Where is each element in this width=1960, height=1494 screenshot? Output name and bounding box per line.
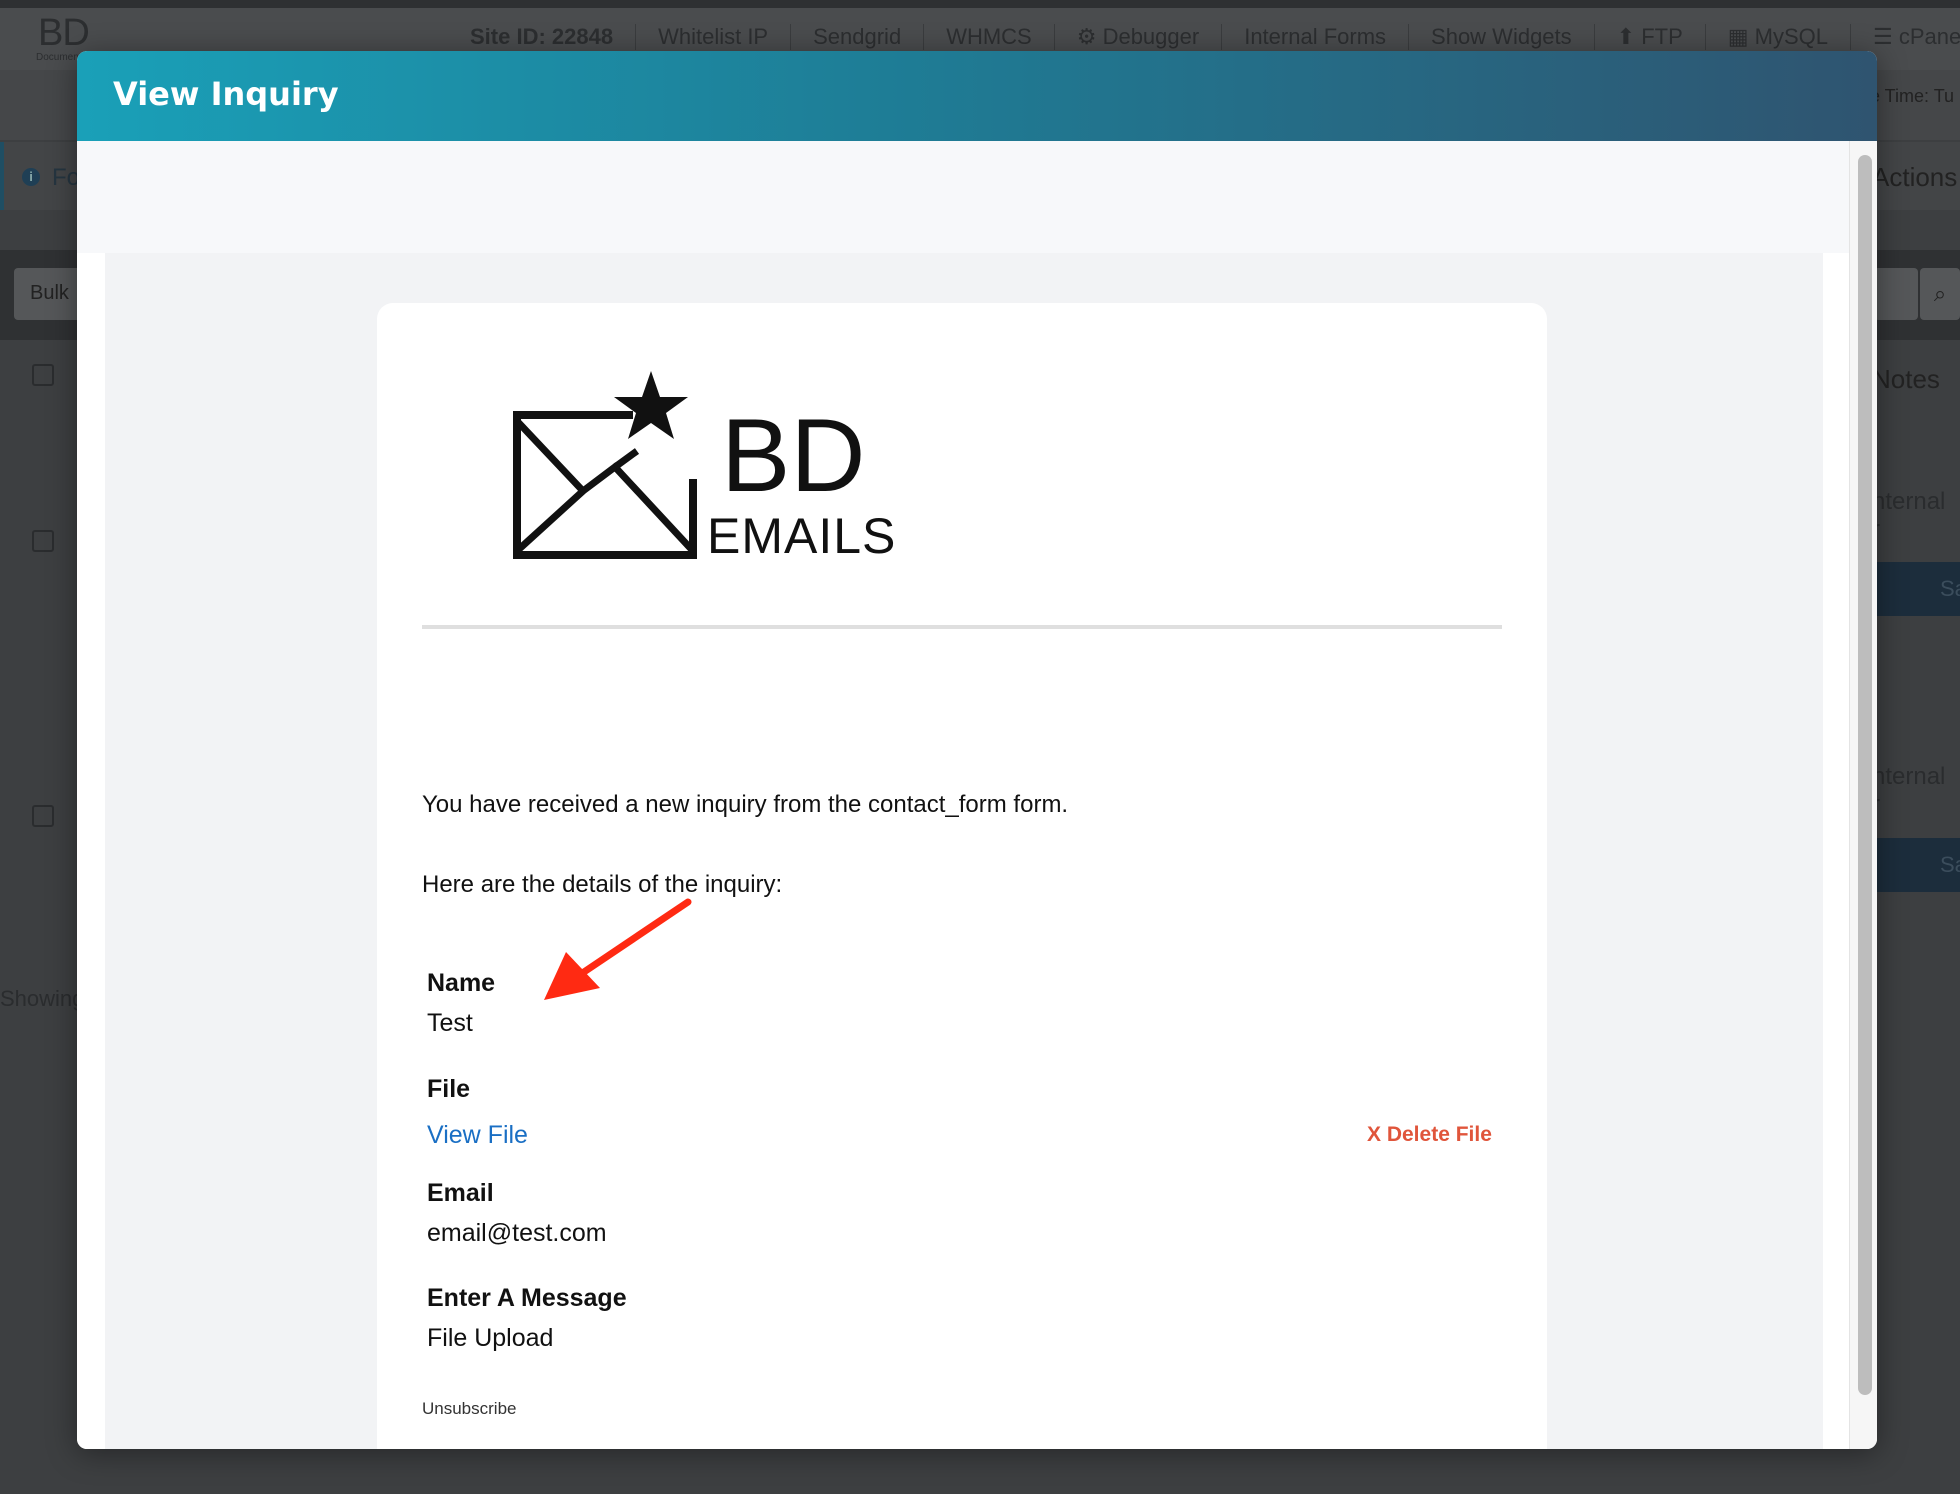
email-label: Email bbox=[427, 1179, 494, 1207]
envelope-star-icon bbox=[513, 371, 697, 559]
message-label: Enter A Message bbox=[427, 1284, 627, 1312]
file-label: File bbox=[427, 1075, 471, 1103]
nav-mysql[interactable]: ▦ MySQL bbox=[1704, 24, 1850, 50]
nav-internal-forms[interactable]: Internal Forms bbox=[1221, 24, 1408, 50]
bulk-actions-select[interactable]: Bulk bbox=[14, 268, 84, 320]
nav-show-widgets[interactable]: Show Widgets bbox=[1408, 24, 1594, 50]
info-icon: i bbox=[22, 168, 40, 186]
nav-debugger[interactable]: ⚙ Debugger bbox=[1053, 24, 1221, 50]
modal-scrollbar[interactable] bbox=[1849, 141, 1877, 1449]
row-action-button[interactable]: Sa bbox=[1876, 562, 1960, 616]
info-text: Fo bbox=[52, 164, 81, 191]
email-top-strip bbox=[77, 141, 1849, 253]
modal-body: BD EMAILS You have received a new inquir… bbox=[77, 141, 1849, 1449]
view-file-link[interactable]: View File bbox=[427, 1121, 528, 1150]
nav-cpanel[interactable]: ☰ cPanel bbox=[1850, 24, 1960, 50]
search-icon[interactable]: ⌕ bbox=[1920, 268, 1960, 320]
name-label: Name bbox=[427, 969, 496, 997]
scrollbar-thumb[interactable] bbox=[1858, 155, 1872, 1395]
app-logo[interactable]: BD bbox=[38, 12, 90, 55]
app-nav: Site ID: 22848 Whitelist IP Sendgrid WHM… bbox=[470, 22, 1960, 52]
modal-title: View Inquiry bbox=[113, 75, 339, 113]
unsubscribe-link[interactable]: Unsubscribe bbox=[422, 1399, 517, 1419]
nav-whmcs[interactable]: WHMCS bbox=[923, 24, 1054, 50]
row-checkbox[interactable] bbox=[32, 530, 54, 552]
arrow-pointer-icon bbox=[544, 898, 692, 1000]
message-value: File Upload bbox=[427, 1324, 554, 1352]
nav-ftp[interactable]: ⬆ FTP bbox=[1593, 24, 1705, 50]
notes-header: Notes bbox=[1872, 364, 1940, 394]
email-value: email@test.com bbox=[427, 1219, 607, 1247]
email-card: BD EMAILS You have received a new inquir… bbox=[377, 303, 1547, 1449]
name-value: Test bbox=[427, 1009, 473, 1037]
internal-note: nternal r bbox=[1872, 763, 1946, 818]
logo-brand: BD bbox=[721, 398, 865, 514]
pagination-info: Showing bbox=[0, 986, 85, 1011]
nav-sendgrid[interactable]: Sendgrid bbox=[790, 24, 923, 50]
details-heading: Here are the details of the inquiry: bbox=[422, 871, 783, 898]
internal-note: nternal r bbox=[1872, 488, 1946, 543]
server-time: e Time: Tu bbox=[1870, 86, 1955, 106]
delete-file-button[interactable]: X Delete File bbox=[1367, 1123, 1492, 1147]
actions-header: Actions bbox=[1872, 162, 1958, 192]
row-checkbox[interactable] bbox=[32, 364, 54, 386]
search-input[interactable] bbox=[1874, 268, 1918, 320]
logo-divider bbox=[422, 625, 1502, 629]
site-id: Site ID: 22848 bbox=[470, 24, 614, 49]
row-action-button[interactable]: Sa bbox=[1876, 838, 1960, 892]
bd-emails-logo: BD EMAILS bbox=[513, 371, 896, 561]
logo-sub: EMAILS bbox=[707, 508, 896, 561]
view-inquiry-modal: View Inquiry BD EMAILS You have received… bbox=[77, 51, 1877, 1449]
nav-whitelist-ip[interactable]: Whitelist IP bbox=[635, 24, 790, 50]
row-checkbox[interactable] bbox=[32, 805, 54, 827]
modal-header: View Inquiry bbox=[77, 51, 1877, 141]
intro-text: You have received a new inquiry from the… bbox=[422, 791, 1069, 818]
